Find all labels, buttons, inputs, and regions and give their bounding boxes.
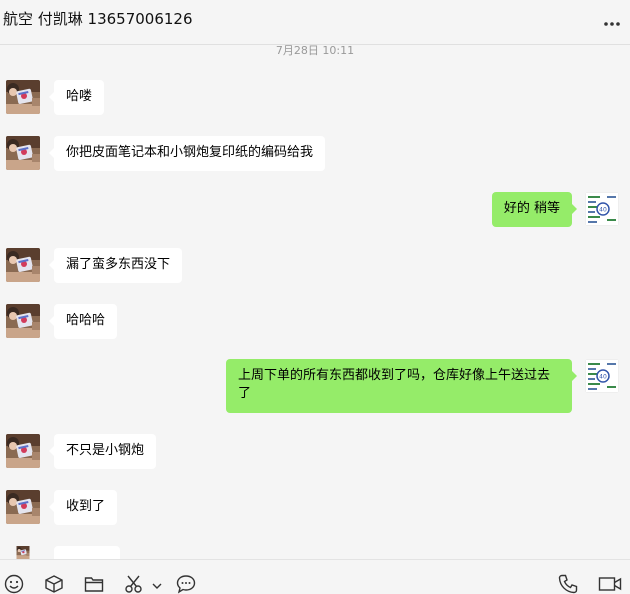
input-toolbar xyxy=(0,559,630,594)
message-bubble[interactable]: 好的 稍等 xyxy=(491,192,578,227)
message-bubble[interactable]: 你把皮面笔记本和小钢炮复印纸的编码给我 xyxy=(48,136,326,171)
scissors-icon[interactable] xyxy=(124,574,144,594)
message-bubble[interactable]: 哈喽 xyxy=(48,80,105,115)
message-timestamp: 7月28日 10:11 xyxy=(275,44,355,57)
message-bubble[interactable] xyxy=(54,546,120,559)
contact-avatar[interactable] xyxy=(6,546,40,559)
message-bubble[interactable]: 哈哈哈 xyxy=(48,304,118,339)
contact-avatar[interactable] xyxy=(6,248,40,282)
video-call-icon[interactable] xyxy=(598,574,622,594)
chevron-down-icon[interactable] xyxy=(151,574,163,594)
chat-title: 航空 付凯琳 13657006126 xyxy=(3,10,193,28)
message-bubble[interactable]: 收到了 xyxy=(48,490,118,525)
contact-avatar[interactable] xyxy=(6,434,40,468)
phone-icon[interactable] xyxy=(558,574,578,594)
contact-avatar[interactable] xyxy=(6,490,40,524)
message-bubble[interactable]: 不只是小钢炮 xyxy=(48,434,157,469)
contact-avatar[interactable] xyxy=(6,136,40,170)
chat-bubble-icon[interactable] xyxy=(176,574,196,594)
box-icon[interactable] xyxy=(44,574,64,594)
chat-header: 航空 付凯琳 13657006126 xyxy=(0,0,630,45)
message-bubble[interactable]: 上周下单的所有东西都收到了吗，仓库好像上午送过去了 xyxy=(226,359,577,413)
message-bubble[interactable]: 漏了蛮多东西没下 xyxy=(48,248,183,283)
contact-avatar[interactable] xyxy=(6,80,40,114)
own-avatar[interactable] xyxy=(585,192,619,226)
own-avatar[interactable] xyxy=(585,359,619,393)
contact-avatar[interactable] xyxy=(6,304,40,338)
more-horizontal-icon[interactable] xyxy=(602,12,622,32)
emoji-icon[interactable] xyxy=(4,574,24,594)
folder-icon[interactable] xyxy=(84,574,104,594)
